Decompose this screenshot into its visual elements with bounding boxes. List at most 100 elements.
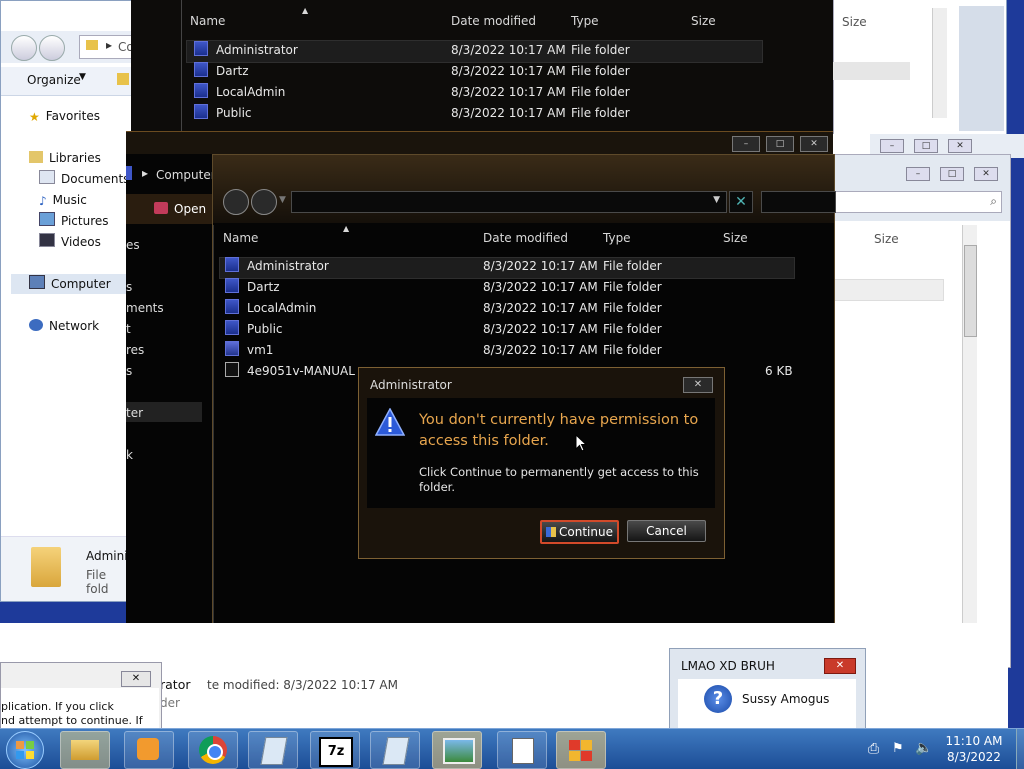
close-button[interactable]: ✕ <box>974 167 998 181</box>
column-header-name[interactable]: Name <box>190 14 225 28</box>
table-row[interactable]: LocalAdmin <box>225 298 316 319</box>
table-row[interactable]: Public <box>225 319 283 340</box>
cancel-button[interactable]: Cancel <box>627 520 706 542</box>
videos-icon <box>39 233 55 247</box>
taskbar-explorer-button[interactable] <box>60 731 110 769</box>
breadcrumb-computer[interactable]: Computer <box>156 168 216 182</box>
table-cell-date: 8/3/2022 10:17 AM <box>483 301 598 315</box>
close-button[interactable]: ✕ <box>800 136 828 152</box>
scrollbar-thumb[interactable] <box>964 245 977 337</box>
address-bar[interactable]: ▸ Co <box>79 35 134 59</box>
column-header-size[interactable]: Size <box>874 232 899 246</box>
windows-logo-icon <box>16 751 24 759</box>
table-row[interactable]: 4e9051v-MANUAL <box>225 361 355 382</box>
chevron-down-icon: ▼ <box>79 72 86 82</box>
table-cell-type: File folder <box>603 343 662 357</box>
taskbar-photo-viewer-button[interactable] <box>432 731 482 769</box>
table-row[interactable]: LocalAdmin <box>194 82 285 103</box>
organize-button[interactable]: Organize <box>27 73 81 87</box>
table-cell-type: File folder <box>603 301 662 315</box>
dialog-close-button[interactable]: ✕ <box>683 377 713 393</box>
maximize-button[interactable]: □ <box>940 167 964 181</box>
sidebar-item-documents[interactable]: Documents <box>39 169 129 189</box>
file-icon <box>225 362 239 377</box>
open-icon <box>154 202 168 214</box>
sidebar-item-favorites[interactable]: ★ Favorites <box>29 106 100 126</box>
taskbar-chrome-button[interactable] <box>188 731 238 769</box>
column-header-type[interactable]: Type <box>603 231 631 245</box>
sidebar-item-music[interactable]: ♪ Music <box>39 190 87 210</box>
table-cell-date: 8/3/2022 10:17 AM <box>483 343 598 357</box>
column-header-date[interactable]: Date modified <box>483 231 568 245</box>
clock-time: 11:10 AM <box>945 734 1003 748</box>
column-header-date[interactable]: Date modified <box>451 14 536 28</box>
column-header-size[interactable]: Size <box>723 231 748 245</box>
taskbar-notepad-button[interactable] <box>248 731 298 769</box>
sidebar-item-computer[interactable]: Computer <box>29 274 111 294</box>
taskbar-7zip-button[interactable]: 7z <box>310 731 360 769</box>
scrollbar[interactable] <box>962 225 977 665</box>
open-button[interactable]: Open <box>174 202 206 216</box>
minimize-button[interactable]: – <box>906 167 930 181</box>
partial-dialog-line: nd attempt to continue. If <box>1 714 143 727</box>
table-row[interactable]: Dartz <box>194 61 249 82</box>
recent-pages-icon[interactable]: ▼ <box>279 195 286 205</box>
action-center-icon[interactable]: ⚑ <box>892 741 904 756</box>
back-button[interactable] <box>11 35 37 61</box>
continue-button[interactable]: Continue <box>540 520 619 544</box>
folder-icon <box>71 740 99 760</box>
close-button[interactable]: ✕ <box>948 139 972 153</box>
taskbar-control-panel-button[interactable] <box>556 731 606 769</box>
forward-button[interactable] <box>39 35 65 61</box>
start-button[interactable] <box>6 731 44 769</box>
folder-icon <box>86 40 98 50</box>
clock[interactable]: 11:10 AM 8/3/2022 <box>936 733 1012 765</box>
warning-icon <box>375 408 405 436</box>
minimize-button[interactable]: – <box>732 136 760 152</box>
table-cell-date: 8/3/2022 10:17 AM <box>451 43 566 57</box>
chevron-down-icon[interactable]: ▼ <box>713 195 720 205</box>
table-row[interactable]: Administrator <box>194 40 298 61</box>
show-desktop-button[interactable] <box>1016 729 1024 769</box>
scrollbar[interactable] <box>932 8 947 118</box>
mouse-cursor-icon <box>575 434 587 452</box>
close-button[interactable]: ✕ <box>121 671 151 687</box>
column-header-type[interactable]: Type <box>571 14 599 28</box>
taskbar-app-button[interactable] <box>497 731 547 769</box>
sidebar-item-pictures[interactable]: Pictures <box>39 211 109 231</box>
sidebar-fragment: s <box>126 364 133 378</box>
search-input[interactable]: ⌕ <box>834 191 1002 213</box>
close-button[interactable]: ✕ <box>824 658 856 674</box>
table-row[interactable]: Administrator <box>225 256 329 277</box>
permission-dialog: Administrator ✕ You don't currently have… <box>358 367 725 559</box>
address-bar[interactable]: ▼ <box>291 191 727 213</box>
volume-icon[interactable]: 🔈 <box>915 740 932 756</box>
taskbar-media-player-button[interactable] <box>124 731 174 769</box>
breadcrumb[interactable]: ▸ Computer <box>126 166 216 184</box>
minimize-button[interactable]: – <box>880 139 904 153</box>
table-row[interactable]: vm1 <box>225 340 273 361</box>
table-row[interactable]: Dartz <box>225 277 280 298</box>
dialog-heading: You don't currently have permission to a… <box>419 412 699 449</box>
details-name: rator <box>160 677 191 692</box>
network-tray-icon[interactable]: ⎙ <box>868 741 879 757</box>
taskbar-notepad-button-2[interactable] <box>370 731 420 769</box>
column-header-name[interactable]: Name <box>223 231 258 245</box>
stop-button[interactable]: ✕ <box>729 191 753 213</box>
sidebar-item-libraries[interactable]: Libraries <box>29 148 101 168</box>
column-header-size[interactable]: Size <box>691 14 716 28</box>
table-cell-type: File folder <box>571 43 630 57</box>
search-input[interactable] <box>761 191 836 213</box>
sidebar-fragment: s <box>126 280 133 294</box>
forward-button[interactable] <box>251 189 277 215</box>
back-button[interactable] <box>223 189 249 215</box>
sidebar-item-network[interactable]: Network <box>29 316 99 336</box>
window-edge <box>959 6 1004 131</box>
sidebar-fragment: t <box>126 322 131 336</box>
maximize-button[interactable]: □ <box>766 136 794 152</box>
maximize-button[interactable]: □ <box>914 139 938 153</box>
table-cell-type: File folder <box>603 259 662 273</box>
table-row[interactable]: Public <box>194 103 252 124</box>
taskbar: 7z ⎙ ⚑ 🔈 11:10 AM 8/3/2022 <box>0 728 1024 769</box>
sidebar-item-videos[interactable]: Videos <box>39 232 101 252</box>
